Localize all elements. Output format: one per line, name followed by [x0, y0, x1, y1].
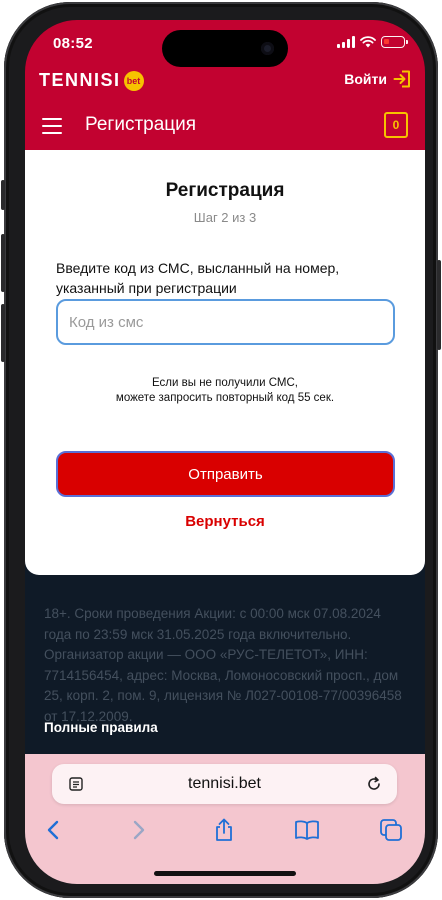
back-icon[interactable]	[39, 816, 67, 844]
browser-bottom-bar: tennisi.bet	[25, 754, 425, 884]
tennisi-logo[interactable]: TENNISI bet	[39, 70, 144, 91]
bookmarks-icon[interactable]	[293, 816, 321, 844]
camera-icon	[261, 42, 274, 55]
share-icon[interactable]	[210, 816, 238, 844]
logo-badge: bet	[123, 70, 144, 91]
page-title: Регистрация	[85, 114, 197, 135]
submit-button[interactable]: Отправить	[56, 451, 395, 497]
battery-icon	[381, 36, 408, 48]
resend-hint-line1: Если вы не получили СМС,	[152, 377, 298, 389]
registration-card: Регистрация Шаг 2 из 3 Введите код из СМ…	[25, 150, 425, 575]
coupon-icon[interactable]: 0	[384, 112, 408, 138]
volume-up-button	[1, 234, 5, 292]
sms-code-label: Введите код из СМС, высланный на номер, …	[56, 260, 340, 296]
signal-icon	[337, 36, 355, 48]
legal-text: 18+. Сроки проведения Акции: с 00:00 мск…	[44, 606, 402, 724]
status-time: 08:52	[53, 35, 93, 52]
screen: 08:52 TENNISI bet Войти Регистрация 0 Ре…	[25, 20, 425, 884]
home-indicator[interactable]	[154, 871, 296, 876]
tabs-icon[interactable]	[377, 816, 405, 844]
reload-icon[interactable]	[365, 775, 383, 793]
wifi-icon	[360, 36, 376, 48]
power-button	[437, 260, 441, 350]
full-rules-link[interactable]: Полные правила	[44, 720, 158, 735]
login-icon	[393, 70, 410, 88]
login-label: Войти	[344, 71, 387, 87]
dynamic-island	[162, 30, 288, 67]
nav-row: Регистрация 0	[25, 108, 425, 150]
resend-hint: Если вы не получили СМС, можете запросит…	[25, 376, 425, 406]
url-text: tennisi.bet	[188, 775, 261, 792]
forward-icon[interactable]	[125, 816, 153, 844]
volume-down-button	[1, 304, 5, 362]
back-link[interactable]: Вернуться	[25, 513, 425, 530]
step-indicator: Шаг 2 из 3	[193, 210, 257, 225]
resend-hint-line2: можете запросить повторный код 55 сек.	[115, 392, 335, 404]
browser-toolbar	[25, 816, 425, 846]
logo-text: TENNISI	[39, 70, 121, 90]
card-title: Регистрация	[165, 180, 285, 201]
submit-label: Отправить	[188, 465, 263, 483]
app-header: 08:52 TENNISI bet Войти Регистрация 0	[25, 20, 425, 150]
mute-switch	[1, 180, 5, 210]
coupon-count: 0	[392, 118, 400, 132]
menu-icon[interactable]	[42, 118, 62, 134]
address-bar[interactable]: tennisi.bet	[52, 764, 397, 804]
sms-code-input[interactable]	[56, 299, 395, 345]
login-button[interactable]: Войти	[344, 70, 411, 88]
phone-frame: 08:52 TENNISI bet Войти Регистрация 0 Ре…	[1, 2, 441, 898]
status-bar: 08:52	[25, 20, 425, 67]
status-icons	[337, 36, 408, 48]
